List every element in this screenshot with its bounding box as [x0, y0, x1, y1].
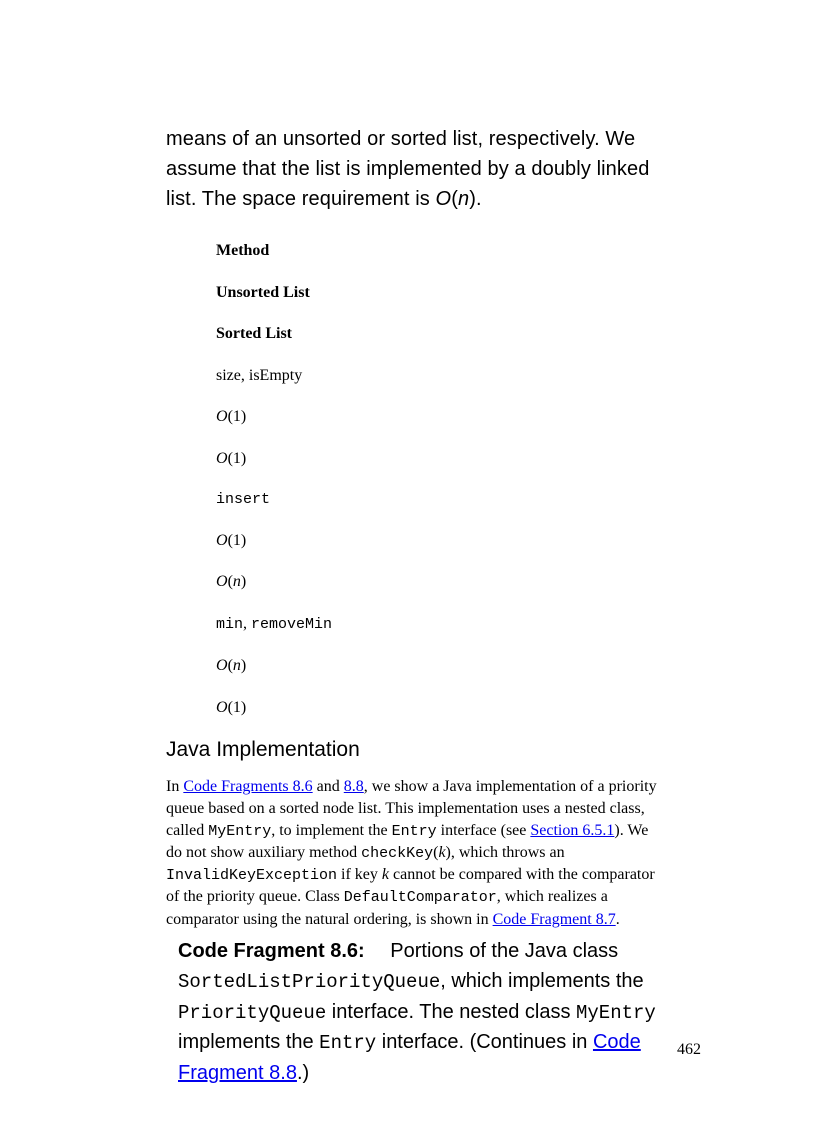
table-row: min, removeMin [216, 613, 666, 635]
code-text: Entry [319, 1032, 376, 1054]
big-o: O [216, 657, 228, 674]
big-o: O [436, 188, 452, 210]
paren-close: ). [469, 188, 481, 210]
text: interface (see [437, 822, 531, 839]
section-heading: Java Implementation [166, 738, 666, 762]
table-row: size, isEmpty [216, 365, 666, 387]
text: and [313, 778, 344, 795]
n-var: n [233, 573, 241, 590]
table-row: O(1) [216, 406, 666, 428]
code-text: MyEntry [208, 823, 271, 840]
n-var: n [233, 657, 241, 674]
text: implements the [178, 1031, 319, 1053]
arg: (1) [228, 532, 247, 549]
text: . [616, 911, 620, 928]
table-row: O(n) [216, 655, 666, 677]
page: means of an unsorted or sorted list, res… [0, 0, 816, 1123]
table-row: O(1) [216, 448, 666, 470]
big-o: O [216, 699, 228, 716]
text: In [166, 778, 183, 795]
complexity-table: Method Unsorted List Sorted List size, i… [216, 240, 666, 718]
code-fragment-caption: Code Fragment 8.6: Portions of the Java … [178, 936, 666, 1088]
page-number: 462 [677, 1041, 701, 1059]
big-o: O [216, 573, 228, 590]
code-text: Entry [392, 823, 437, 840]
k-var: k [438, 844, 445, 861]
text: ), which throws an [446, 844, 565, 861]
text: interface. (Continues in [376, 1031, 593, 1053]
text: , which implements the [440, 970, 643, 992]
table-row: O(1) [216, 530, 666, 552]
code-text: removeMin [251, 616, 332, 633]
table-row: insert [216, 490, 666, 510]
code-text: min [216, 616, 243, 633]
sep: , [243, 615, 251, 632]
text: interface. The nested class [326, 1001, 576, 1023]
big-o: O [216, 450, 228, 467]
link-code-fragments-8-8[interactable]: 8.8 [344, 778, 364, 795]
code-text: MyEntry [576, 1002, 656, 1024]
link-code-fragments-8-6[interactable]: Code Fragments 8.6 [183, 778, 312, 795]
text: , to implement the [271, 822, 391, 839]
table-header-method: Method [216, 240, 666, 262]
paren-close: ) [241, 573, 246, 590]
code-text: checkKey [361, 845, 433, 862]
intro-paragraph: means of an unsorted or sorted list, res… [166, 124, 666, 214]
table-row: O(n) [216, 571, 666, 593]
code-text: PriorityQueue [178, 1002, 326, 1024]
link-section-6-5-1[interactable]: Section 6.5.1 [530, 822, 614, 839]
n-var: n [458, 188, 469, 210]
code-fragment-label: Code Fragment 8.6: [178, 940, 365, 962]
spacer [365, 940, 391, 962]
text: Portions of the Java class [390, 940, 618, 962]
arg: (1) [228, 408, 247, 425]
arg: (1) [228, 450, 247, 467]
text: if key [337, 866, 382, 883]
big-o: O [216, 408, 228, 425]
table-header-sorted: Sorted List [216, 323, 666, 345]
text: .) [297, 1062, 309, 1084]
big-o: O [216, 532, 228, 549]
code-text: DefaultComparator [344, 889, 497, 906]
code-text: SortedListPriorityQueue [178, 971, 440, 993]
paren-open: ( [451, 188, 458, 210]
arg: (1) [228, 699, 247, 716]
link-code-fragment-8-7[interactable]: Code Fragment 8.7 [493, 911, 616, 928]
code-text: InvalidKeyException [166, 867, 337, 884]
table-row: O(1) [216, 697, 666, 719]
k-var: k [382, 866, 389, 883]
table-header-unsorted: Unsorted List [216, 282, 666, 304]
paren-close: ) [241, 657, 246, 674]
intro-text: means of an unsorted or sorted list, res… [166, 128, 649, 210]
body-paragraph: In Code Fragments 8.6 and 8.8, we show a… [166, 776, 666, 930]
